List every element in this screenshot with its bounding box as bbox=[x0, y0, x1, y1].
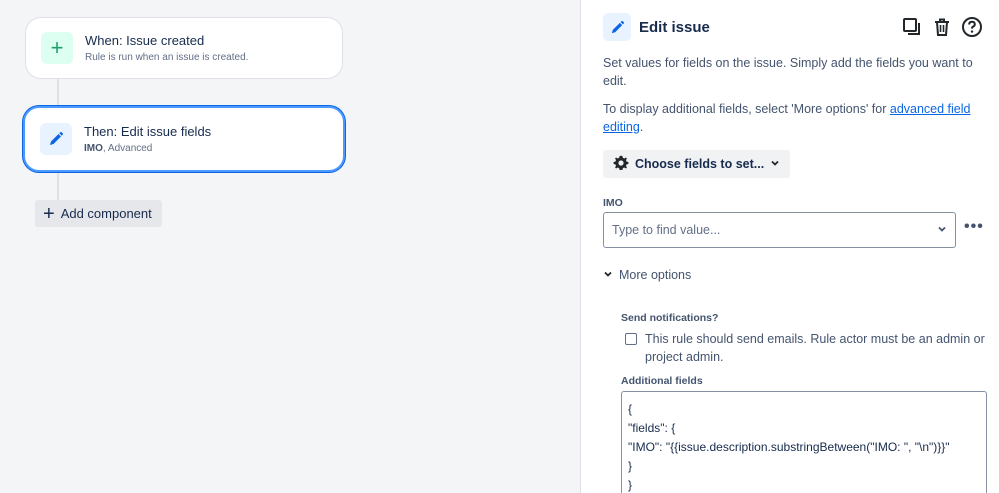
chevron-down-icon bbox=[603, 268, 613, 282]
connector-line bbox=[57, 172, 59, 200]
rule-canvas: + When: Issue created Rule is run when a… bbox=[0, 0, 580, 493]
imo-placeholder: Type to find value... bbox=[612, 223, 721, 237]
trigger-title: When: Issue created bbox=[85, 33, 205, 48]
pencil-icon bbox=[40, 123, 72, 155]
trigger-node[interactable]: + When: Issue created Rule is run when a… bbox=[25, 17, 343, 79]
more-actions-icon[interactable]: ••• bbox=[964, 218, 984, 236]
choose-fields-label: Choose fields to set... bbox=[635, 157, 765, 171]
panel-title: Edit issue bbox=[639, 18, 710, 36]
trash-icon[interactable] bbox=[931, 16, 953, 38]
panel-description: Set values for fields on the issue. Simp… bbox=[603, 56, 973, 88]
add-component-label: Add component bbox=[60, 206, 152, 221]
plus-icon: + bbox=[41, 32, 73, 64]
send-notifications-checkbox[interactable] bbox=[625, 333, 637, 345]
help-icon[interactable] bbox=[961, 16, 983, 38]
choose-fields-button[interactable]: Choose fields to set... bbox=[603, 150, 791, 178]
chevron-down-icon bbox=[937, 223, 947, 237]
additional-fields-editor[interactable]: { "fields": { "IMO": "{{issue.descriptio… bbox=[621, 391, 987, 493]
edit-issue-panel: Edit issue Set values for fields on the … bbox=[580, 0, 999, 493]
more-options-label: More options bbox=[619, 268, 692, 282]
chevron-down-icon bbox=[770, 157, 780, 171]
duplicate-icon[interactable] bbox=[901, 16, 923, 38]
additional-fields-label: Additional fields bbox=[621, 375, 703, 387]
add-component-button[interactable]: + Add component bbox=[35, 200, 162, 227]
pencil-icon bbox=[603, 13, 631, 41]
send-notifications-text: This rule should send emails. Rule actor… bbox=[645, 332, 985, 364]
gear-icon bbox=[613, 155, 629, 174]
more-options-toggle[interactable]: More options bbox=[603, 268, 691, 282]
trigger-subtitle: Rule is run when an issue is created. bbox=[85, 52, 249, 63]
action-title: Then: Edit issue fields bbox=[84, 124, 212, 139]
imo-label: IMO bbox=[603, 197, 623, 209]
plus-icon: + bbox=[43, 202, 55, 225]
connector-line bbox=[57, 79, 59, 106]
send-notifications-row: This rule should send emails. Rule actor… bbox=[625, 330, 985, 366]
action-subtitle: IMO, Advanced bbox=[84, 143, 153, 154]
send-notifications-label: Send notifications? bbox=[621, 312, 719, 324]
imo-value-select[interactable]: Type to find value... bbox=[603, 212, 956, 248]
more-info-text: To display additional fields, select 'Mo… bbox=[603, 102, 971, 134]
action-node[interactable]: Then: Edit issue fields IMO, Advanced bbox=[23, 106, 345, 172]
